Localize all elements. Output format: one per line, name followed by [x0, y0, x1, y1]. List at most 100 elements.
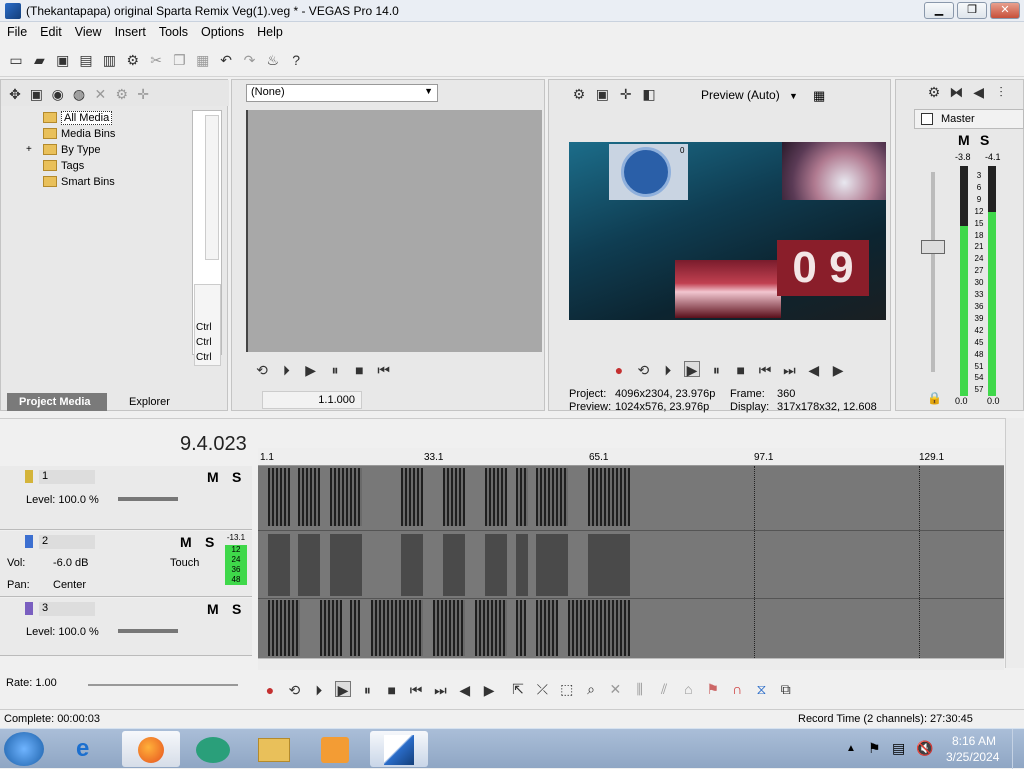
go-to-end-icon[interactable]: ⏭: [781, 362, 797, 378]
next-frame-icon[interactable]: ▶: [830, 362, 846, 378]
split-icon[interactable]: ⫽: [656, 681, 672, 697]
previous-frame-icon[interactable]: ◀: [806, 362, 822, 378]
cut-icon[interactable]: ✂: [148, 52, 164, 68]
minimize-button[interactable]: ▁: [924, 2, 954, 19]
track-2-m-button[interactable]: M: [180, 534, 192, 550]
trimmer-dropdown[interactable]: (None) ▼: [246, 84, 438, 102]
pause-icon[interactable]: ⏸: [708, 362, 724, 378]
maximize-button[interactable]: ❐: [957, 2, 987, 19]
show-desktop-button[interactable]: [1012, 729, 1024, 769]
tray-up-arrow-icon[interactable]: ▲: [846, 743, 856, 754]
audio-clip[interactable]: [588, 534, 630, 596]
master-fader[interactable]: [921, 240, 945, 254]
media-player-icon[interactable]: [321, 737, 349, 763]
marker-icon[interactable]: ⚑: [705, 681, 721, 697]
lock-icon[interactable]: 🔒: [927, 391, 942, 405]
next-frame-icon[interactable]: ▶: [481, 682, 497, 698]
preview-settings-icon[interactable]: ⚙: [571, 86, 587, 102]
video-clip[interactable]: [516, 468, 528, 526]
track-3-level-slider[interactable]: [118, 629, 178, 633]
firefox-icon[interactable]: [122, 731, 180, 767]
track-1-m-button[interactable]: M: [207, 469, 219, 485]
tree-item-by-type[interactable]: By Type: [43, 142, 101, 158]
open-icon[interactable]: ▰: [31, 52, 47, 68]
stop-icon[interactable]: ■: [351, 362, 367, 378]
timeline-scrollbar-h[interactable]: [258, 658, 1004, 670]
trim-icon[interactable]: ⫼: [632, 681, 648, 697]
stop-icon[interactable]: ■: [733, 362, 749, 378]
trimmer-time-field[interactable]: 1.1.000: [262, 391, 362, 409]
video-clip[interactable]: [401, 468, 423, 526]
tray-flag-icon[interactable]: ⚑: [868, 740, 881, 757]
video-clip[interactable]: [330, 468, 362, 526]
previous-frame-icon[interactable]: ◀: [457, 682, 473, 698]
track-2-automation-mode[interactable]: Touch: [170, 557, 199, 569]
delete-icon[interactable]: ✕: [607, 681, 623, 697]
auto-crossfade-icon[interactable]: ⧖: [753, 681, 769, 697]
file-explorer-icon[interactable]: [258, 738, 290, 762]
video-clip[interactable]: [536, 468, 568, 526]
audio-clip[interactable]: [485, 534, 507, 596]
web-icon[interactable]: ◍: [71, 86, 87, 102]
play-icon[interactable]: ▶: [335, 681, 352, 698]
audio-clip[interactable]: [536, 534, 568, 596]
zoom-tool-icon[interactable]: ⌕: [583, 681, 599, 697]
audio-clip[interactable]: [401, 534, 423, 596]
external-monitor-icon[interactable]: ▣: [594, 86, 610, 102]
overlays-icon[interactable]: ◧: [641, 86, 657, 102]
menu-file[interactable]: File: [0, 22, 33, 39]
tree-expander[interactable]: +: [26, 144, 32, 155]
paste-icon[interactable]: ▦: [195, 52, 211, 68]
redo-icon[interactable]: ↷: [241, 52, 257, 68]
loop-icon[interactable]: ⟲: [254, 362, 270, 378]
video-clip[interactable]: [485, 468, 507, 526]
master-s-button[interactable]: S: [980, 132, 989, 148]
go-to-end-icon[interactable]: ⏭: [432, 682, 448, 698]
selection-tool-icon[interactable]: ⬚: [559, 681, 575, 697]
flame-icon[interactable]: ♨: [265, 52, 281, 68]
save-icon[interactable]: ▣: [55, 52, 71, 68]
app-icon[interactable]: [196, 737, 230, 763]
video-clip[interactable]: [568, 600, 630, 656]
audio-clip[interactable]: [330, 534, 362, 596]
pause-icon[interactable]: ⏸: [359, 682, 375, 698]
tree-item-all-media[interactable]: All Media: [43, 110, 113, 126]
video-clip[interactable]: [268, 468, 290, 526]
import-media-icon[interactable]: ✥: [7, 86, 23, 102]
master-settings-icon[interactable]: ⚙: [926, 84, 942, 100]
audio-clip[interactable]: [298, 534, 320, 596]
timeline-scrollbar-v[interactable]: [1005, 418, 1024, 668]
video-clip[interactable]: [371, 600, 423, 656]
play-from-start-icon[interactable]: ⏵: [311, 682, 327, 698]
close-button[interactable]: ✕: [990, 2, 1020, 19]
video-clip[interactable]: [433, 600, 465, 656]
lock-icon[interactable]: ⌂: [680, 681, 696, 697]
tray-network-icon[interactable]: ▤: [892, 740, 905, 757]
track-header-2[interactable]: 2 M S Vol: -6.0 dB Pan: Center Touch -13…: [0, 531, 252, 597]
tray-volume-icon[interactable]: 🔇: [916, 740, 933, 757]
play-icon[interactable]: ▶: [303, 362, 319, 378]
track-3-m-button[interactable]: M: [207, 601, 219, 617]
menu-view[interactable]: View: [68, 22, 108, 39]
ie-icon[interactable]: e: [76, 735, 89, 763]
video-clip[interactable]: [516, 600, 526, 656]
tree-item-media-bins[interactable]: Media Bins: [43, 126, 115, 142]
video-clip[interactable]: [268, 600, 300, 656]
video-clip[interactable]: [298, 468, 320, 526]
new-icon[interactable]: ▭: [8, 52, 24, 68]
play-from-start-icon[interactable]: ⏵: [660, 362, 676, 378]
video-clip[interactable]: [443, 468, 465, 526]
track-header-1[interactable]: 1 M S Level: 100.0 %: [0, 466, 252, 530]
views-icon[interactable]: ✛: [135, 86, 151, 102]
split-screen-icon[interactable]: ✛: [618, 86, 634, 102]
downmix-icon[interactable]: ⧓: [948, 84, 964, 100]
scrollbar[interactable]: [205, 115, 219, 260]
help-icon[interactable]: ?: [288, 52, 304, 68]
video-clip[interactable]: [475, 600, 507, 656]
master-m-button[interactable]: M: [958, 132, 970, 148]
tree-item-smart-bins[interactable]: Smart Bins: [43, 174, 115, 190]
menu-options[interactable]: Options: [194, 22, 250, 39]
grid-icon[interactable]: ▦: [813, 88, 825, 104]
render-icon[interactable]: ▥: [101, 52, 117, 68]
menu-edit[interactable]: Edit: [33, 22, 68, 39]
